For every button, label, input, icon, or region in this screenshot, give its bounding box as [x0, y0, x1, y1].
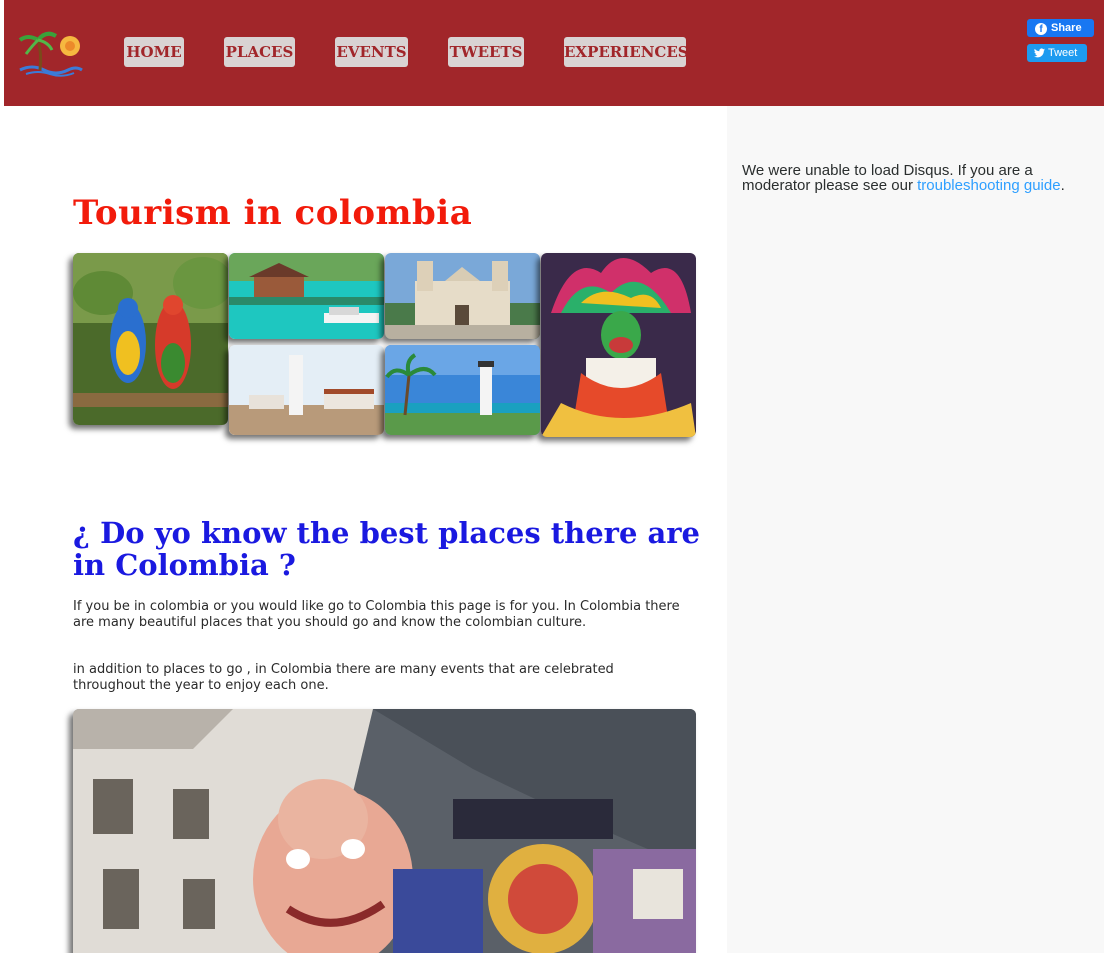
gallery-photo-lighthouse[interactable]	[385, 345, 540, 435]
palm-tree-logo[interactable]	[18, 26, 84, 78]
intro-paragraph: If you be in colombia or you would like …	[73, 599, 680, 630]
disqus-message-suffix: .	[1060, 177, 1065, 194]
facebook-share-label: Share	[1051, 22, 1082, 34]
carnival-feature-photo[interactable]	[73, 709, 696, 953]
nav-events-button[interactable]: EVENTS	[335, 37, 408, 67]
facebook-share-button[interactable]: f Share	[1027, 19, 1094, 37]
facebook-icon: f	[1035, 23, 1047, 35]
page-title: Tourism in colombia	[73, 193, 473, 233]
nav-experiences-button[interactable]: EXPERIENCES	[564, 37, 689, 67]
tweet-label: Tweet	[1048, 47, 1078, 59]
events-paragraph: in addition to places to go , in Colombi…	[73, 662, 614, 693]
gallery-photo-island[interactable]	[229, 253, 384, 339]
comments-sidebar	[727, 106, 1104, 953]
gallery-photo-carnival-woman[interactable]	[541, 253, 696, 437]
gallery-photo-monument[interactable]	[229, 345, 384, 435]
twitter-tweet-button[interactable]: Tweet	[1027, 44, 1087, 62]
twitter-bird-icon	[1034, 48, 1045, 58]
nav-places-button[interactable]: PLACES	[224, 37, 295, 67]
troubleshooting-guide-link[interactable]: troubleshooting guide	[917, 177, 1060, 194]
nav-tweets-button[interactable]: TWEETS	[448, 37, 524, 67]
disqus-error-message: We were unable to load Disqus. If you ar…	[742, 163, 1092, 193]
nav-home-button[interactable]: HOME	[124, 37, 184, 67]
gallery-photo-cathedral[interactable]	[385, 253, 540, 339]
places-question-heading: ¿ Do yo know the best places there are i…	[73, 516, 701, 582]
gallery-photo-macaws[interactable]	[73, 253, 228, 425]
